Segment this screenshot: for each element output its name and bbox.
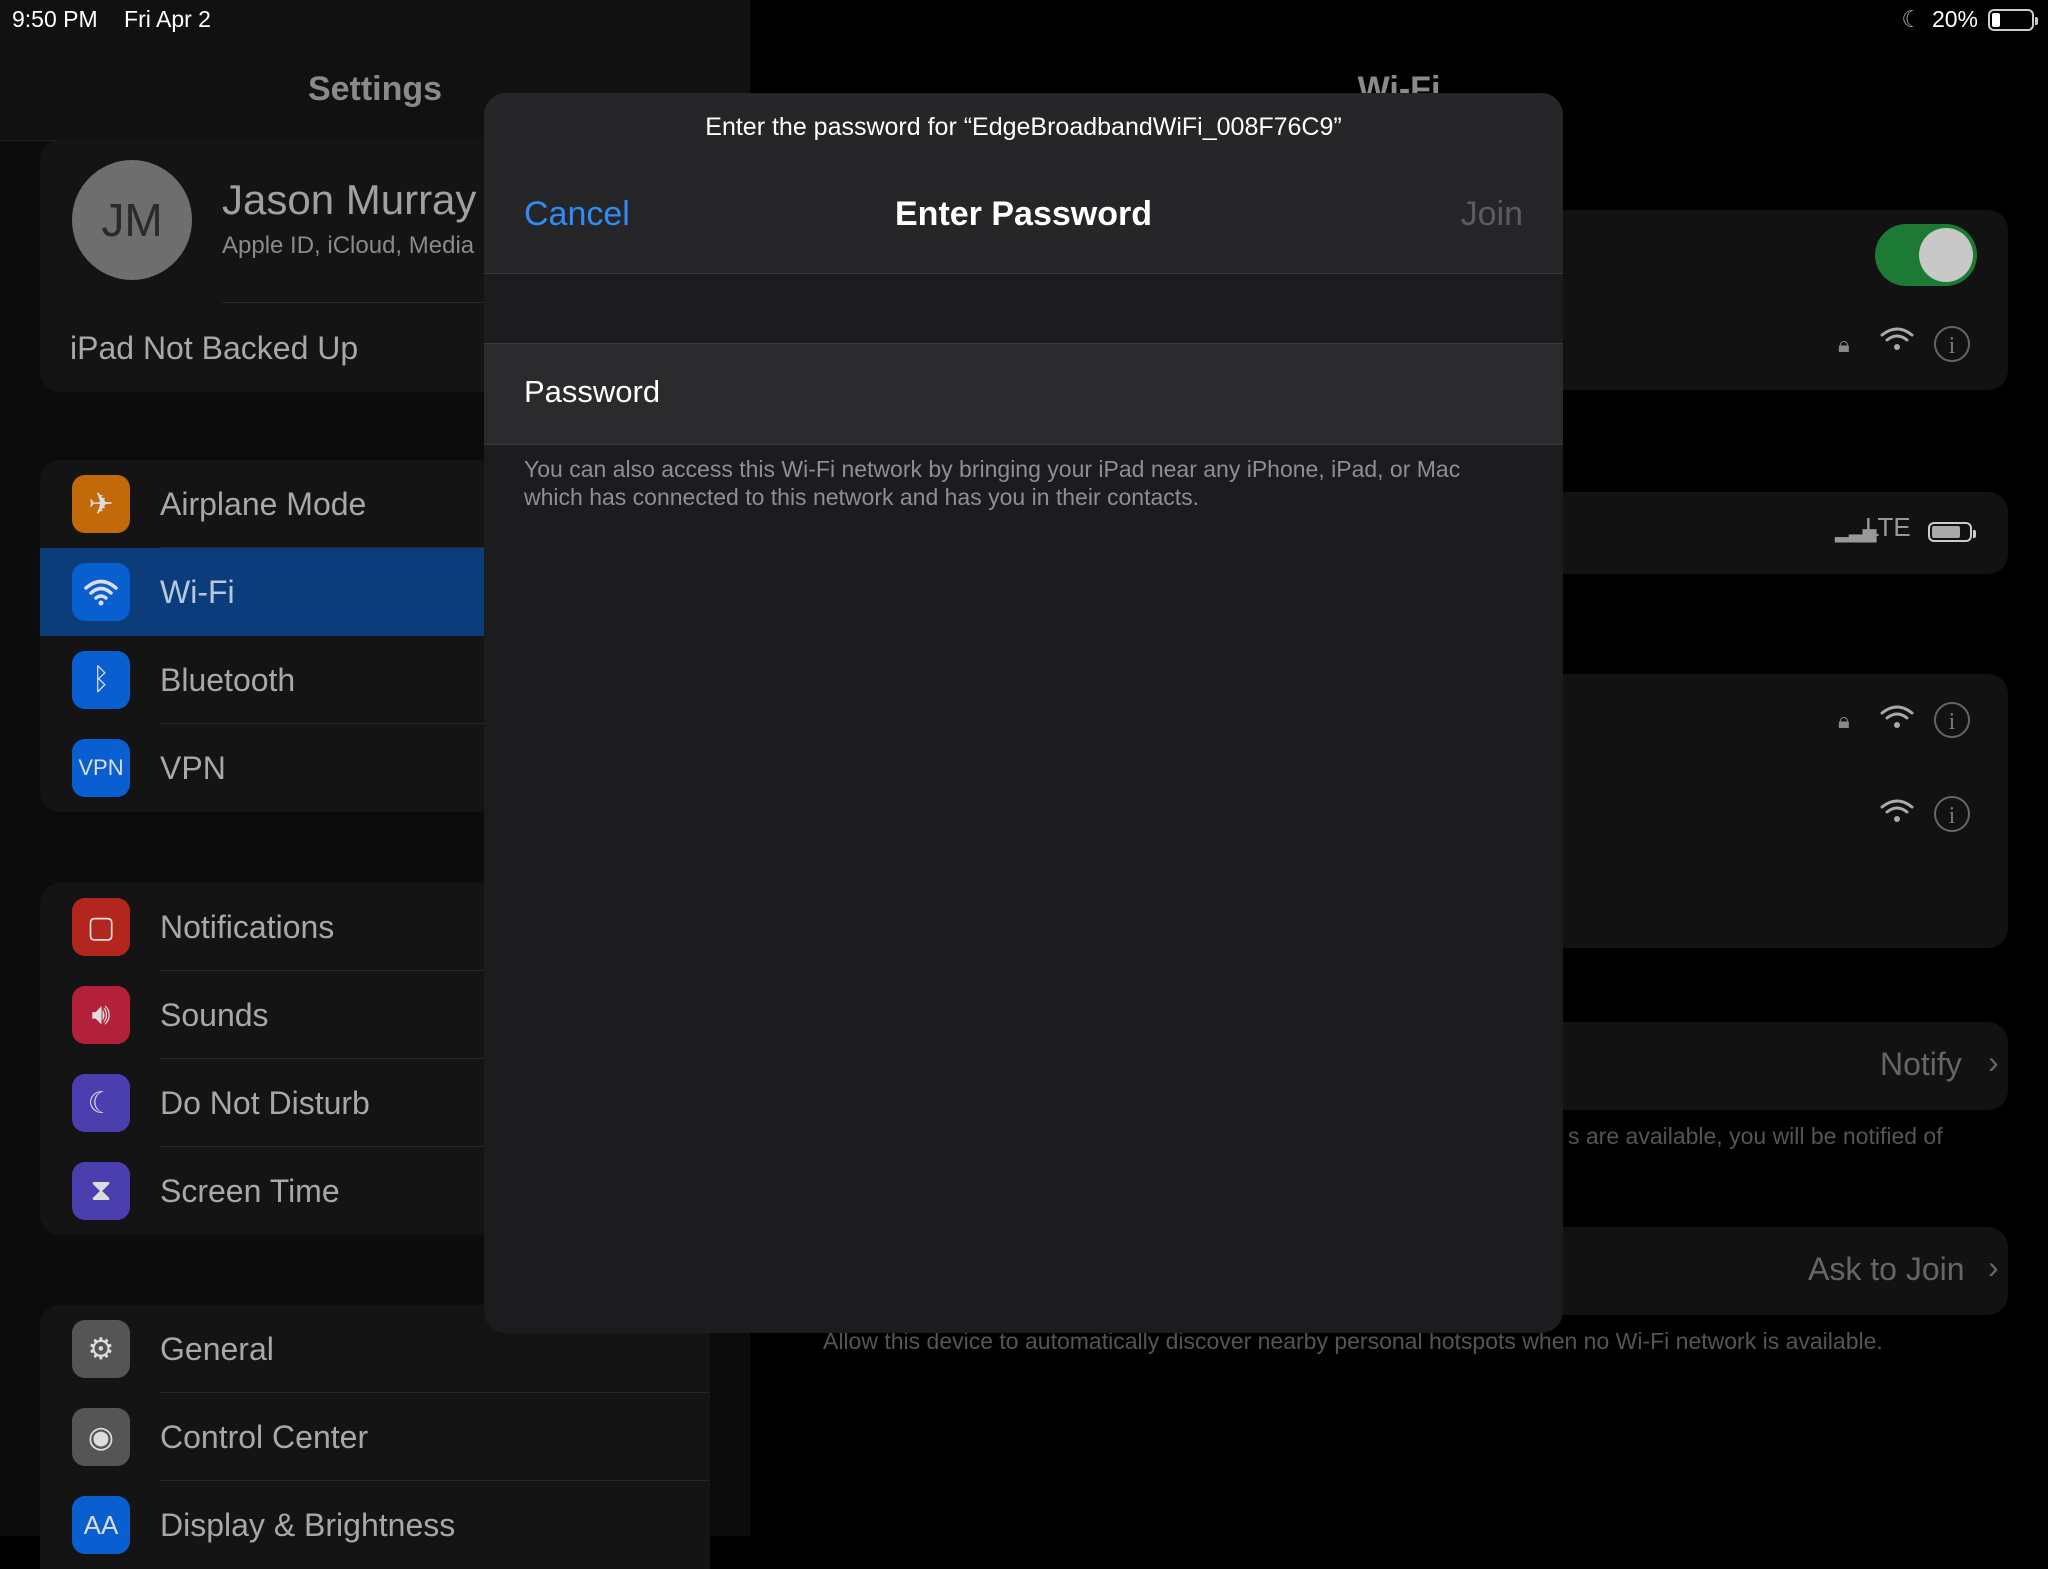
sidebar-item-control-center[interactable]: ◉ Control Center (40, 1393, 710, 1481)
wifi-toggle[interactable] (1875, 224, 1977, 286)
chevron-right-icon: › (1988, 1044, 1999, 1080)
battery-percent: 20% (1931, 6, 1978, 32)
profile-name: Jason Murray (222, 176, 477, 223)
enter-password-modal: Enter the password for “EdgeBroadbandWiF… (484, 93, 1563, 1333)
join-button[interactable]: Join (1461, 195, 1523, 234)
sidebar-item-label: General (160, 1330, 274, 1367)
signal-bars-icon: ▂▃▅ (1835, 522, 1877, 542)
sidebar-item-label: Wi-Fi (160, 573, 235, 610)
wifi-signal-icon (1880, 326, 1914, 360)
info-icon[interactable]: i (1934, 326, 1970, 362)
display-icon: AA (72, 1496, 130, 1554)
lock-icon: 🔒︎ (1838, 332, 1850, 357)
status-bar-left: 9:50 PM Fri Apr 2 (12, 6, 231, 33)
ask-to-join-value: Ask to Join (1808, 1251, 1965, 1287)
sidebar-item-label: Screen Time (160, 1172, 340, 1209)
info-icon[interactable]: i (1934, 702, 1970, 738)
sidebar-item-label: Airplane Mode (160, 485, 367, 522)
status-bar-right: ☾ 20% (1901, 6, 2038, 33)
modal-prompt: Enter the password for “EdgeBroadbandWiF… (705, 113, 1342, 141)
airplane-icon: ✈ (72, 475, 130, 533)
hourglass-icon: ⧗ (72, 1162, 130, 1220)
backup-status[interactable]: iPad Not Backed Up (70, 330, 358, 367)
sidebar-item-display-brightness[interactable]: AA Display & Brightness (40, 1481, 710, 1569)
avatar: JM (72, 160, 192, 280)
sidebar-item-label: Control Center (160, 1418, 369, 1455)
wifi-signal-icon (1880, 798, 1914, 832)
sidebar-item-label: Do Not Disturb (160, 1084, 370, 1121)
sidebar-item-label: Sounds (160, 996, 269, 1033)
modal-footer-text: You can also access this Wi-Fi network b… (524, 456, 1461, 510)
hotspot-battery-icon (1928, 522, 1976, 542)
modal-title: Enter Password (895, 195, 1152, 233)
notify-footer: s are available, you will be notified of (1568, 1123, 1943, 1149)
sidebar-item-label: Notifications (160, 908, 335, 945)
password-field-row[interactable]: Password (484, 343, 1563, 445)
bluetooth-icon: ᛒ (72, 651, 130, 709)
moon-icon: ☾ (1901, 6, 1922, 32)
vpn-icon: VPN (72, 739, 130, 797)
status-time: 9:50 PM (12, 6, 98, 32)
gear-icon: ⚙ (72, 1320, 130, 1378)
sidebar-item-label: Display & Brightness (160, 1506, 456, 1543)
notify-value: Notify (1880, 1046, 1962, 1082)
toggles-icon: ◉ (72, 1408, 130, 1466)
modal-header: Enter the password for “EdgeBroadbandWiF… (484, 93, 1563, 274)
info-icon[interactable]: i (1934, 796, 1970, 832)
chevron-right-icon: › (1988, 1249, 1999, 1285)
wifi-icon (72, 563, 130, 621)
notifications-icon: ▢ (72, 898, 130, 956)
battery-icon (1988, 8, 2038, 31)
lock-icon: 🔒︎ (1838, 708, 1850, 733)
general-group: ⚙ General ◉ Control Center AA Display & … (40, 1305, 710, 1569)
status-date: Fri Apr 2 (124, 6, 211, 32)
sounds-icon: 🔊︎ (72, 986, 130, 1044)
sidebar-item-label: VPN (160, 749, 226, 786)
wifi-signal-icon (1880, 704, 1914, 738)
moon-icon: ☾ (72, 1074, 130, 1132)
password-label: Password (524, 374, 661, 409)
profile-subtitle: Apple ID, iCloud, Media (222, 232, 475, 259)
password-input[interactable] (704, 364, 1528, 426)
sidebar-item-label: Bluetooth (160, 661, 296, 698)
